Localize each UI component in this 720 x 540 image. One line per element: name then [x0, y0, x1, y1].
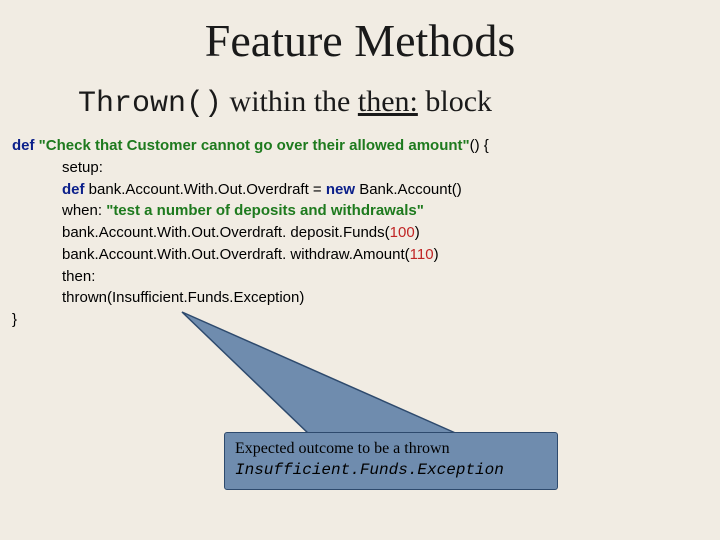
test-name-string: "Check that Customer cannot go over thei…	[39, 137, 470, 154]
callout-box: Expected outcome to be a thrown Insuffic…	[224, 432, 558, 490]
deposit-amount: 100	[390, 224, 415, 241]
when-label: when:	[62, 202, 106, 219]
callout-exception: Insufficient.Funds.Exception	[235, 461, 504, 479]
close-paren: )	[415, 224, 420, 241]
slide-title: Feature Methods	[0, 0, 720, 67]
code-line-setup: setup:	[12, 157, 720, 179]
callout: Expected outcome to be a thrown Insuffic…	[170, 320, 590, 510]
code-line-def-account: def bank.Account.With.Out.Overdraft = ne…	[12, 179, 720, 201]
code-line-1: def "Check that Customer cannot go over …	[12, 135, 720, 157]
code-tail: () {	[470, 137, 489, 154]
callout-text: Expected outcome to be a thrown	[235, 440, 450, 457]
code-lhs: bank.Account.With.Out.Overdraft =	[89, 181, 326, 198]
close-paren: )	[434, 246, 439, 263]
withdraw-call: bank.Account.With.Out.Overdraft. withdra…	[62, 246, 410, 263]
subtitle-mono: Thrown()	[78, 87, 222, 121]
when-string: "test a number of deposits and withdrawa…	[106, 202, 424, 219]
subtitle-mid: within the	[222, 85, 358, 118]
subtitle-underline: then:	[358, 85, 418, 118]
code-rhs: Bank.Account()	[359, 181, 462, 198]
code-line-when: when: "test a number of deposits and wit…	[12, 200, 720, 222]
code-line-withdraw: bank.Account.With.Out.Overdraft. withdra…	[12, 244, 720, 266]
code-line-deposit: bank.Account.With.Out.Overdraft. deposit…	[12, 222, 720, 244]
code-line-then: then:	[12, 266, 720, 288]
keyword-new: new	[326, 181, 359, 198]
withdraw-amount: 110	[410, 246, 434, 263]
subtitle-tail: block	[418, 85, 492, 118]
slide-subtitle: Thrown() within the then: block	[0, 67, 720, 121]
deposit-call: bank.Account.With.Out.Overdraft. deposit…	[62, 224, 390, 241]
keyword-def: def	[12, 137, 39, 154]
keyword-def: def	[62, 181, 89, 198]
